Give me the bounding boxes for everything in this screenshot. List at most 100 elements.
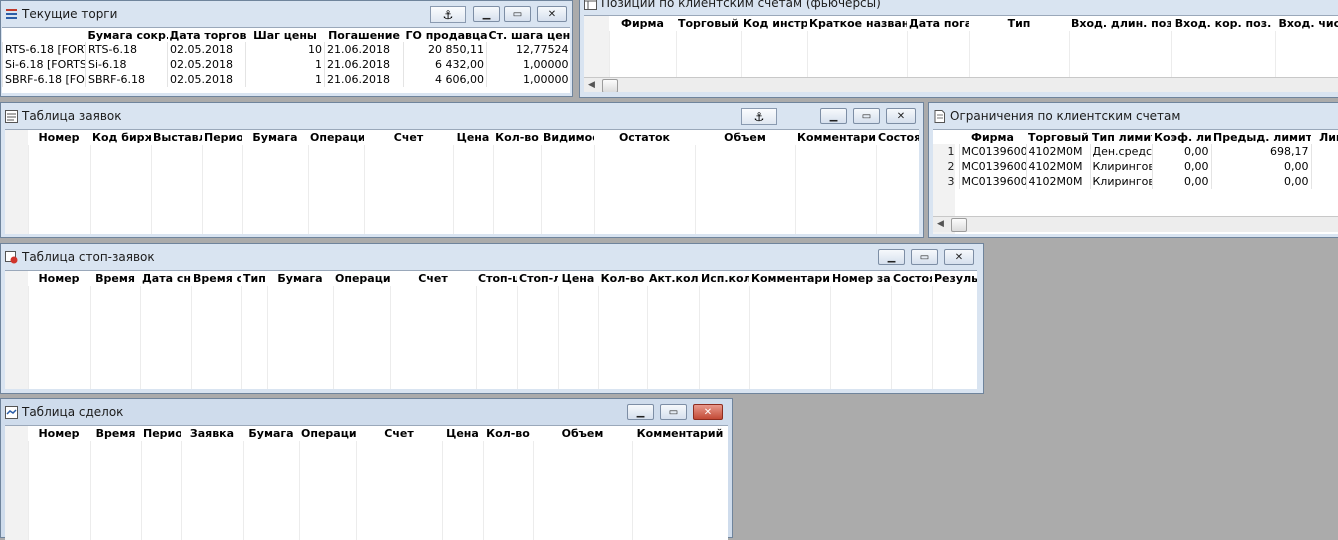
column-header[interactable]: ГО продавца [403, 28, 487, 42]
column-header[interactable]: Тип [969, 16, 1069, 30]
scroll-thumb[interactable] [602, 79, 618, 92]
positions-titlebar[interactable]: Позиции по клиентским счетам (фьючерсы) [580, 0, 1338, 16]
column-header[interactable]: Номер [28, 130, 90, 144]
column-header[interactable]: Фирма [609, 16, 676, 30]
column-header[interactable]: Исп.кол- [699, 271, 749, 285]
column-header[interactable]: Заявка [181, 426, 243, 440]
column-header[interactable]: Код биржи [90, 130, 151, 144]
anchor-button[interactable]: ⚓ [741, 108, 777, 125]
trades-grid[interactable]: НомерВремяПериодЗаявкаБумагаОперацияСчет… [5, 425, 728, 540]
column-header[interactable]: Акт.кол- [647, 271, 699, 285]
column-header[interactable]: Счет [356, 426, 442, 440]
column-header[interactable]: Время [90, 426, 141, 440]
column-header[interactable]: Цена [442, 426, 483, 440]
column-header[interactable]: Комментарий [632, 426, 728, 440]
table-row[interactable]: 1MC013960004102M0MДен.средст0,00698,17 [933, 144, 1338, 159]
orders-titlebar[interactable]: Таблица заявок [1, 103, 923, 129]
horizontal-scrollbar[interactable]: ◀ [584, 77, 1338, 92]
column-header[interactable]: Коэф. лик [1152, 130, 1211, 144]
column-header[interactable]: Время с [191, 271, 241, 285]
close-button[interactable]: ✕ [886, 108, 916, 124]
scroll-left-icon[interactable]: ◀ [588, 80, 595, 90]
column-header[interactable] [2, 28, 86, 42]
positions-grid[interactable]: ФирмаТорговый сКод инструКраткое названи… [584, 15, 1338, 92]
maximize-button[interactable]: ▭ [660, 404, 687, 420]
column-header[interactable]: Вход. чист [1275, 16, 1338, 30]
column-header[interactable]: Период [141, 426, 181, 440]
column-header[interactable]: Стоп-ц [476, 271, 517, 285]
column-header[interactable]: Объем [533, 426, 632, 440]
column-header[interactable]: Операция [299, 426, 356, 440]
column-header[interactable]: Комментарий [749, 271, 830, 285]
table-row[interactable]: 2MC013960004102M0MКлиринговь0,000,00 [933, 159, 1338, 174]
close-button[interactable]: ✕ [944, 249, 974, 265]
column-header[interactable]: Кол-во [493, 130, 541, 144]
orders-grid[interactable]: НомерКод биржиВыставлПериодБумагаОпераци… [5, 129, 919, 234]
limits-window[interactable]: Ограничения по клиентским счетам Фирма То… [928, 102, 1338, 238]
column-header[interactable]: Состоя [891, 271, 932, 285]
current-trades-window[interactable]: Текущие торги ⚓ ▁ ▭ ✕ Бумага сокр. Дата т… [0, 0, 573, 97]
orders-window[interactable]: Таблица заявок ⚓ ▁ ▭ ✕ НомерКод биржиВыс… [0, 102, 924, 238]
column-header[interactable]: Время [90, 271, 140, 285]
table-row[interactable]: 3MC013960004102M0MКлиринговь0,000,00 [933, 174, 1338, 189]
maximize-button[interactable]: ▭ [504, 6, 531, 22]
table-row[interactable]: Si-6.18 [FORTS] Si-6.18 02.05.2018 1 21.06.2… [2, 57, 570, 72]
column-header[interactable]: Дата торгов [167, 28, 246, 42]
column-header[interactable]: Период [202, 130, 242, 144]
trades-titlebar[interactable]: Таблица сделок [1, 399, 732, 425]
anchor-button[interactable]: ⚓ [430, 6, 466, 23]
column-header[interactable]: Номер [28, 271, 90, 285]
column-header[interactable]: Фирма [959, 130, 1026, 144]
column-header[interactable]: Операция [333, 271, 390, 285]
maximize-button[interactable]: ▭ [911, 249, 938, 265]
scroll-left-icon[interactable]: ◀ [937, 219, 944, 229]
column-header[interactable]: Состоя [876, 130, 919, 144]
column-header[interactable]: Ст. шага цены [486, 28, 570, 42]
column-header[interactable]: Дата сн [140, 271, 191, 285]
column-header[interactable]: Кол-во [483, 426, 533, 440]
column-header[interactable]: Код инстру [741, 16, 807, 30]
stop-orders-titlebar[interactable]: Таблица стоп-заявок [1, 244, 983, 270]
column-header[interactable]: Погашение [324, 28, 404, 42]
column-header[interactable]: Бумага [242, 130, 308, 144]
current-trades-grid[interactable]: Бумага сокр. Дата торгов Шаг цены Погашение… [2, 27, 570, 93]
positions-window[interactable]: Позиции по клиентским счетам (фьючерсы) … [579, 0, 1338, 98]
limits-grid[interactable]: ФирмаТорговый сТип лимитКоэф. ликПредыд.… [933, 129, 1338, 234]
column-header[interactable]: Шаг цены [245, 28, 325, 42]
stop-orders-window[interactable]: Таблица стоп-заявок ▁ ▭ ✕ Номер Время Дата… [0, 243, 984, 394]
column-header[interactable]: Цена [453, 130, 493, 144]
minimize-button[interactable]: ▁ [878, 249, 905, 265]
column-header[interactable]: Бумага [243, 426, 299, 440]
column-header[interactable]: Видимое [541, 130, 594, 144]
column-header[interactable] [933, 130, 959, 144]
column-header[interactable]: Объем [695, 130, 795, 144]
column-header[interactable]: Предыд. лимит о [1211, 130, 1311, 144]
column-header[interactable]: Выставл [151, 130, 202, 144]
column-header[interactable]: Вход. кор. поз. [1171, 16, 1275, 30]
column-header[interactable]: Тип лимит [1090, 130, 1152, 144]
minimize-button[interactable]: ▁ [627, 404, 654, 420]
column-header[interactable]: Краткое названи [807, 16, 907, 30]
column-header[interactable]: Операция [308, 130, 364, 144]
column-header[interactable]: Номер за [830, 271, 891, 285]
trades-window[interactable]: Таблица сделок ▁ ▭ ✕ НомерВремяПериодЗая… [0, 398, 733, 540]
column-header[interactable]: Дата пога [907, 16, 969, 30]
column-header[interactable]: Вход. длин. поз. [1069, 16, 1171, 30]
column-header[interactable]: Резуль [932, 271, 977, 285]
column-header[interactable]: Остаток [594, 130, 695, 144]
column-header[interactable]: Бумага [267, 271, 333, 285]
maximize-button[interactable]: ▭ [853, 108, 880, 124]
column-header[interactable]: Счет [390, 271, 476, 285]
column-header[interactable]: Торговый с [1026, 130, 1090, 144]
column-header[interactable]: Тип [241, 271, 267, 285]
column-header[interactable]: Комментарий [795, 130, 876, 144]
horizontal-scrollbar[interactable]: ◀ [933, 216, 1338, 232]
table-row[interactable]: RTS-6.18 [FORT RTS-6.18 02.05.2018 10 21.06.… [2, 42, 570, 57]
minimize-button[interactable]: ▁ [473, 6, 500, 22]
column-header[interactable]: Торговый с [676, 16, 741, 30]
column-header[interactable]: Бумага сокр. [85, 28, 168, 42]
column-header[interactable]: Цена [558, 271, 598, 285]
minimize-button[interactable]: ▁ [820, 108, 847, 124]
limits-titlebar[interactable]: Ограничения по клиентским счетам [929, 103, 1338, 129]
close-button[interactable]: ✕ [693, 404, 723, 420]
